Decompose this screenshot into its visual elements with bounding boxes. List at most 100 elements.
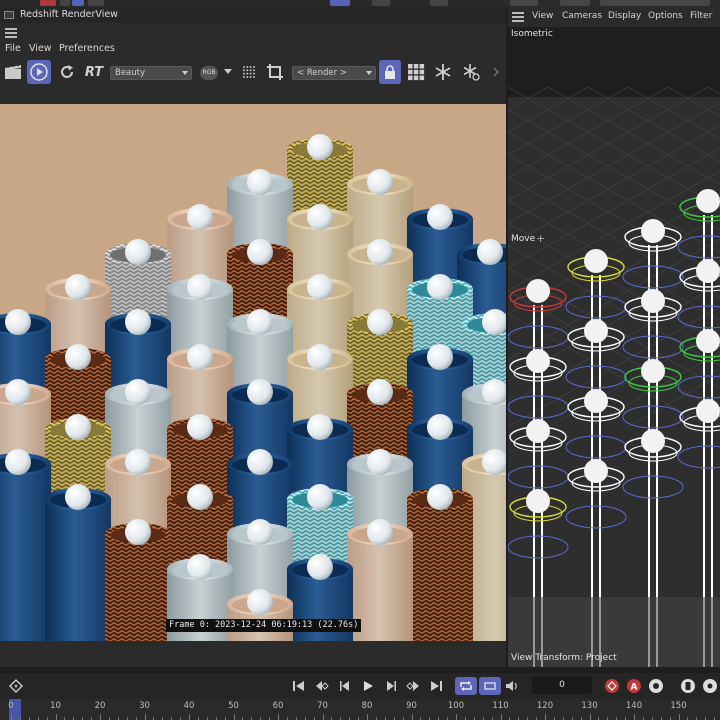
ball-wire [526,349,550,373]
menu-view[interactable]: View [29,43,52,54]
clapperboard-icon[interactable] [2,60,24,84]
refresh-icon[interactable] [56,60,78,84]
ball-wire [526,279,550,303]
ruler-label: 30 [139,701,150,711]
ruler-label: 150 [670,701,687,711]
ruler-label: 140 [625,701,643,711]
ruler-tick [55,714,57,720]
snowflake-icon[interactable] [432,60,454,84]
previous-key-icon[interactable] [313,677,331,695]
timeline-ruler[interactable]: 0 10 20 30 40 50 60 70 80 90 100 110 120 130 140 150 [0,699,720,720]
ruler-tick [589,714,591,720]
motion-record-icon[interactable] [678,677,698,695]
toolbar-chip[interactable] [510,0,538,6]
crop-icon[interactable] [264,60,286,84]
ball [5,379,31,405]
viewport-menu-view[interactable]: View [532,11,553,21]
viewport-menu-display[interactable]: Display [608,11,641,21]
record-keys-icon[interactable] [602,677,622,695]
chevron-right-icon[interactable] [490,60,502,84]
hamburger-menu-icon[interactable] [512,12,524,24]
ring-wire [565,435,627,459]
ruler-tick [11,714,12,720]
aov-select[interactable]: Beauty [110,66,192,80]
tube [227,589,293,641]
toolbar-chip[interactable] [560,0,590,6]
previous-frame-icon[interactable] [336,677,354,695]
ring-wire [565,505,627,529]
current-frame-field[interactable]: 0 [532,677,592,694]
loop-toggle-icon[interactable] [455,677,477,695]
tube-shade [105,534,171,641]
ruler-tick [678,714,680,720]
ball [477,239,503,265]
render-play-button[interactable] [27,60,51,84]
ball-wire [641,219,665,243]
ball [427,274,453,300]
view-transform-label: View Transform: Project [511,653,617,663]
keyframe-settings-icon[interactable] [646,677,666,695]
timeline-settings-icon[interactable] [700,677,720,695]
sound-icon[interactable] [503,677,521,695]
toolbar-chip[interactable] [600,0,710,6]
toolbar-chip[interactable] [72,0,84,6]
autokey-icon[interactable]: A [624,677,644,695]
ball [247,449,273,475]
ruler-label: 0 [8,701,14,711]
rt-toggle[interactable]: RT [82,60,106,84]
viewport-menu-cameras[interactable]: Cameras [562,11,602,21]
bucket-grid-icon[interactable] [405,60,427,84]
menu-file[interactable]: File [5,43,21,54]
toolbar-chip[interactable] [40,0,56,6]
viewport-menu-options[interactable]: Options [648,11,683,21]
go-to-end-icon[interactable] [427,677,445,695]
viewport-menu-filter[interactable]: Filter [690,11,712,21]
ruler-label: 10 [50,701,61,711]
render-view-titlebar: Redshift RenderView [0,7,506,23]
toolbar-chip[interactable] [430,0,448,6]
top-toolbar-strip [0,0,720,7]
keyframe-diamond-icon[interactable] [6,677,26,695]
snowflake-settings-icon[interactable] [460,60,482,84]
rendered-tubes-image [0,134,506,641]
ball [367,519,393,545]
grid-dots-icon[interactable] [240,60,258,84]
ruler-tick [189,714,190,720]
render-camera-select-value: < Render > [297,68,347,78]
play-icon[interactable] [359,677,377,695]
menu-preferences[interactable]: Preferences [59,43,115,54]
ring-wire [622,335,684,359]
ruler-label: 80 [361,701,373,711]
ball [247,309,273,335]
ball [307,414,333,440]
next-frame-icon[interactable] [382,677,400,695]
toolbar-chip[interactable] [88,0,104,6]
go-to-start-icon[interactable] [290,677,308,695]
ring-wire [508,465,569,489]
hamburger-menu-icon[interactable] [5,28,17,38]
ball [187,204,213,230]
lock-button[interactable] [379,60,401,84]
next-key-icon[interactable] [404,677,422,695]
ruler-tick [411,714,413,720]
render-camera-select[interactable]: < Render > [292,66,376,80]
ball-wire [526,489,550,513]
ball [247,379,273,405]
ball-wire [641,429,665,453]
ruler-tick [500,714,502,720]
rgb-channel-button[interactable]: RGB [200,66,218,80]
isometric-viewport[interactable]: Isometric Move + View Transform: Project [508,27,720,667]
camera-label: Isometric [511,29,553,39]
toolbar-chip[interactable] [330,0,350,6]
ruler-tick [278,714,279,720]
ruler-tick [144,714,146,720]
ball-wire [584,459,608,483]
ruler-label: 90 [406,701,417,711]
chevron-down-icon[interactable] [222,60,234,84]
ring-wire [508,325,569,349]
toolbar-chip[interactable] [60,0,70,6]
tube-shade [45,499,111,641]
tube [45,484,111,641]
playback-rate-icon[interactable] [479,677,501,695]
toolbar-chip[interactable] [372,0,390,6]
